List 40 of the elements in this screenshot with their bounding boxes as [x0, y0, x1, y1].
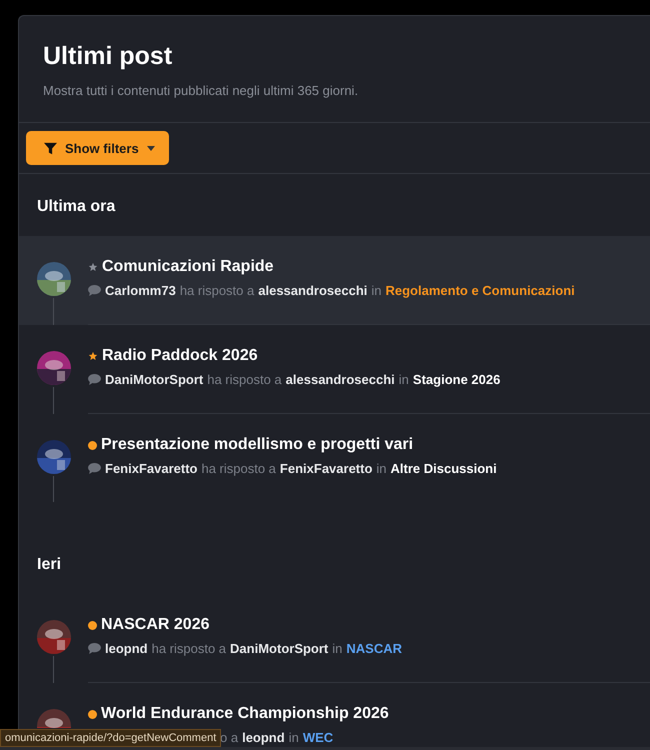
author-link[interactable]: leopnd	[242, 730, 285, 745]
caret-icon	[146, 146, 155, 150]
reply-text: ha risposto a	[201, 461, 276, 476]
page-title: Ultimi post	[43, 42, 174, 71]
section-heading: Ieri	[36, 555, 62, 575]
forum-link[interactable]: WEC	[302, 730, 334, 745]
comment-icon	[88, 463, 101, 474]
page-subtitle: Mostra tutti i contenuti pubblicati negli ultimi 365 giorni.	[43, 83, 360, 98]
post-title-link[interactable]: Presentazione modellismo e progetti vari	[101, 436, 414, 454]
author-link[interactable]: alessandrosecchi	[258, 283, 368, 298]
author-link[interactable]: DaniMotorSport	[105, 372, 204, 387]
comment-icon	[88, 285, 101, 296]
in-text: in	[332, 641, 342, 656]
post-title-link[interactable]: World Endurance Championship 2026	[101, 705, 389, 723]
reply-text: ha risposto a	[152, 641, 226, 656]
comment-icon	[88, 374, 101, 385]
url-tooltip: omunicazioni-rapide/?do=getNewComment	[0, 729, 222, 747]
author-link[interactable]: Carlomm73	[105, 283, 176, 298]
section-heading: Ultima ora	[36, 197, 116, 217]
show-filters-button[interactable]: Show filters	[26, 131, 169, 165]
comment-icon	[88, 643, 101, 654]
author-link[interactable]: FenixFavaretto	[105, 461, 198, 476]
forum-link[interactable]: Altre Discussioni	[390, 461, 497, 476]
in-text: in	[376, 461, 387, 476]
in-text: in	[371, 283, 382, 298]
filter-icon	[44, 142, 57, 154]
reply-text: ha risposto a	[207, 372, 282, 387]
post-title-link[interactable]: Radio Paddock 2026	[102, 347, 258, 365]
author-link[interactable]: alessandrosecchi	[286, 372, 395, 387]
author-link[interactable]: leopnd	[105, 641, 148, 656]
in-text: in	[288, 730, 299, 745]
post-title-link[interactable]: NASCAR 2026	[101, 616, 210, 634]
author-link[interactable]: DaniMotorSport	[230, 641, 328, 656]
in-text: in	[398, 372, 409, 387]
post-title-link[interactable]: Comunicazioni Rapide	[102, 258, 274, 276]
reply-text: ha risposto a	[180, 283, 254, 298]
forum-link[interactable]: Regolamento e Comunicazioni	[386, 283, 575, 298]
forum-link[interactable]: NASCAR	[346, 641, 402, 656]
forum-link[interactable]: Stagione 2026	[412, 372, 500, 387]
author-link[interactable]: FenixFavaretto	[280, 461, 372, 476]
